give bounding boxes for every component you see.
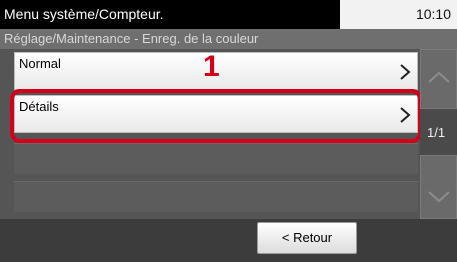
page-indicator: 1/1 [427, 125, 446, 140]
chevron-right-icon [400, 64, 411, 80]
empty-list-row [14, 143, 418, 174]
screen-title: Menu système/Compteur. [0, 0, 340, 29]
list-item-label: Normal [19, 56, 61, 71]
scroll-up-button[interactable] [420, 49, 457, 109]
highlight-frame [10, 89, 422, 143]
bottom-bar [0, 219, 457, 262]
scroll-down-button[interactable] [420, 155, 457, 219]
status-bar: Menu système/Compteur. 10:10 [0, 0, 457, 29]
clock: 10:10 [415, 6, 451, 22]
step-number-callout: 1 [203, 50, 220, 83]
empty-list-row [14, 181, 418, 212]
back-button[interactable]: < Retour [257, 222, 357, 254]
chevron-up-icon [428, 71, 450, 83]
breadcrumb: Réglage/Maintenance - Enreg. de la coule… [0, 29, 457, 49]
chevron-down-icon [428, 191, 450, 203]
